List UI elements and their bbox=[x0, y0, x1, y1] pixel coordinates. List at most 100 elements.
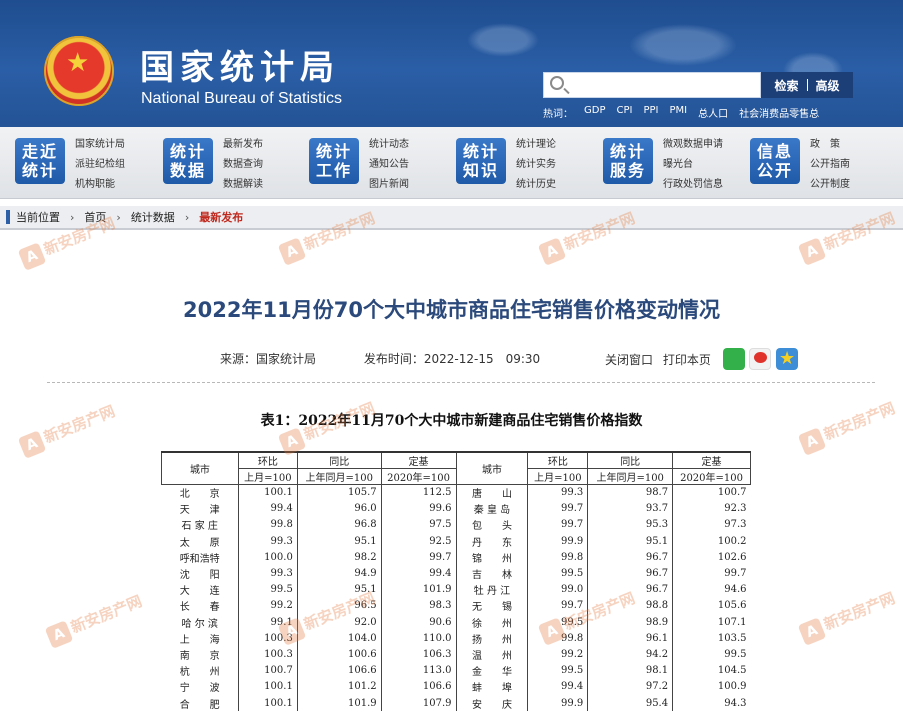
watermark: A新安房产网 bbox=[797, 587, 898, 646]
hot-word-link[interactable]: PPI bbox=[643, 105, 658, 120]
search-buttons: 检索 高级 bbox=[761, 72, 853, 98]
table-cell-value: 98.1 bbox=[587, 662, 673, 679]
table-cell-value: 94.3 bbox=[672, 694, 751, 712]
nav-badge[interactable]: 走近统计 bbox=[15, 138, 65, 184]
table-cell-value: 96.1 bbox=[587, 630, 673, 647]
table-cell-value: 96.5 bbox=[296, 597, 382, 614]
nav-link[interactable]: 公开指南 bbox=[810, 155, 850, 175]
qzone-share-icon[interactable]: ★ bbox=[776, 348, 798, 370]
close-window-button[interactable]: 关闭窗口 bbox=[605, 353, 653, 367]
wechat-share-icon[interactable] bbox=[723, 348, 745, 370]
table-cell-value: 99.5 bbox=[672, 646, 751, 663]
table-row: 杭 州 100.7 106.6 113.0 金 华 99.5 98.1 104.5 bbox=[162, 662, 751, 679]
nav-link[interactable]: 图片新闻 bbox=[369, 175, 409, 195]
search-input[interactable] bbox=[543, 72, 761, 98]
table-cell-value: 99.5 bbox=[527, 614, 588, 631]
table-cell-value: 99.3 bbox=[237, 533, 298, 550]
col-subheader-yoy: 上年同月=100 bbox=[296, 468, 382, 485]
search-button[interactable]: 检索 bbox=[774, 77, 798, 94]
table-cell-value: 106.6 bbox=[296, 662, 382, 679]
nav-link[interactable]: 曝光台 bbox=[663, 155, 723, 175]
table-cell-value: 98.2 bbox=[296, 549, 382, 566]
table-cell-value: 100.0 bbox=[237, 549, 298, 566]
table-cell-value: 98.8 bbox=[587, 597, 673, 614]
nav-link[interactable]: 通知公告 bbox=[369, 155, 409, 175]
table-cell-value: 92.5 bbox=[380, 533, 456, 550]
table-cell-city: 蚌 埠 bbox=[455, 678, 528, 695]
nav-badge[interactable]: 信息公开 bbox=[750, 138, 800, 184]
table-cell-city: 安 庆 bbox=[455, 694, 528, 712]
nav-link[interactable]: 统计历史 bbox=[516, 175, 556, 195]
site-logo-cn[interactable]: 国家统计局 bbox=[140, 40, 340, 89]
table-cell-value: 99.4 bbox=[237, 500, 298, 517]
nav-link[interactable]: 公开制度 bbox=[810, 175, 850, 195]
table-cell-value: 97.2 bbox=[587, 678, 673, 695]
table-cell-city: 无 锡 bbox=[455, 597, 528, 614]
table-cell-value: 95.1 bbox=[296, 581, 382, 598]
breadcrumb-current[interactable]: 最新发布 bbox=[199, 209, 243, 225]
nav-link[interactable]: 政 策 bbox=[810, 135, 850, 155]
col-subheader-mom: 上月=100 bbox=[527, 468, 589, 485]
nav-links: 最新发布 数据查询 数据解读 bbox=[223, 135, 263, 195]
table-row: 哈 尔 滨 99.1 92.0 90.6 徐 州 99.5 98.9 107.1 bbox=[162, 614, 751, 631]
nav-link[interactable]: 国家统计局 bbox=[75, 135, 125, 155]
nav-link[interactable]: 微观数据申请 bbox=[663, 135, 723, 155]
hot-word-link[interactable]: 社会消费品零售总 bbox=[739, 105, 819, 120]
nav-link[interactable]: 数据查询 bbox=[223, 155, 263, 175]
table-cell-value: 100.2 bbox=[672, 533, 751, 550]
table-body: 北 京 100.1 105.7 112.5 唐 山 99.3 98.7 100.7 天 津 99.… bbox=[162, 484, 751, 712]
nav-link[interactable]: 统计实务 bbox=[516, 155, 556, 175]
nav-badge[interactable]: 统计知识 bbox=[456, 138, 506, 184]
nav-links: 统计动态 通知公告 图片新闻 bbox=[369, 135, 409, 195]
table-cell-city: 温 州 bbox=[455, 646, 528, 663]
table-cell-value: 90.6 bbox=[380, 614, 456, 631]
col-header-yoy: 同比 bbox=[587, 451, 674, 469]
table-cell-value: 99.7 bbox=[672, 565, 751, 582]
breadcrumb-home[interactable]: 首页 bbox=[84, 209, 106, 225]
article-meta: 来源：国家统计局 发布时间：2022-12-15 09:30 bbox=[220, 350, 540, 367]
nav-link[interactable]: 数据解读 bbox=[223, 175, 263, 195]
hot-word-link[interactable]: PMI bbox=[669, 105, 687, 120]
col-header-city: 城市 bbox=[161, 451, 239, 485]
table-cell-value: 99.7 bbox=[527, 516, 588, 534]
table-cell-value: 105.6 bbox=[672, 597, 751, 614]
table-cell-value: 107.1 bbox=[672, 614, 751, 631]
hot-word-link[interactable]: 总人口 bbox=[698, 105, 728, 120]
nav-link[interactable]: 最新发布 bbox=[223, 135, 263, 155]
nav-link[interactable]: 统计动态 bbox=[369, 135, 409, 155]
table-cell-city: 包 头 bbox=[455, 516, 528, 534]
table-cell-city: 上 海 bbox=[179, 634, 220, 646]
table-cell-value: 98.9 bbox=[587, 614, 673, 631]
weibo-share-icon[interactable] bbox=[749, 348, 771, 370]
table-row: 大 连 99.5 95.1 101.9 牡 丹 江 99.0 96.7 94.6 bbox=[162, 581, 751, 598]
table-cell-value: 92.0 bbox=[296, 614, 382, 631]
table-cell-value: 96.8 bbox=[296, 516, 382, 534]
table-cell-value: 100.1 bbox=[237, 484, 298, 501]
site-logo-en[interactable]: National Bureau of Statistics bbox=[141, 90, 342, 108]
table-cell-city: 金 华 bbox=[455, 662, 528, 679]
col-subheader-base: 2020年=100 bbox=[380, 468, 457, 485]
hot-word-link[interactable]: GDP bbox=[584, 105, 605, 120]
advanced-search-button[interactable]: 高级 bbox=[816, 77, 840, 94]
nav-badge[interactable]: 统计数据 bbox=[163, 138, 213, 184]
col-subheader-base: 2020年=100 bbox=[672, 468, 751, 485]
table-cell-value: 104.0 bbox=[296, 630, 382, 647]
nav-links: 微观数据申请 曝光台 行政处罚信息 bbox=[663, 135, 723, 195]
hot-word-link[interactable]: CPI bbox=[616, 105, 632, 120]
table-cell-value: 103.5 bbox=[672, 630, 751, 647]
nav-link[interactable]: 机构职能 bbox=[75, 175, 125, 195]
print-button[interactable]: 打印本页 bbox=[663, 353, 711, 367]
breadcrumb: 当前位置 › 首页 › 统计数据 › 最新发布 bbox=[0, 206, 903, 230]
nav-badge[interactable]: 统计服务 bbox=[603, 138, 653, 184]
nav-link[interactable]: 派驻纪检组 bbox=[75, 155, 125, 175]
nav-link[interactable]: 行政处罚信息 bbox=[663, 175, 723, 195]
table-row: 南 京 100.3 100.6 106.3 温 州 99.2 94.2 99.5 bbox=[162, 646, 751, 663]
divider bbox=[806, 79, 808, 91]
table-cell-value: 99.6 bbox=[380, 500, 456, 517]
nav-badge[interactable]: 统计工作 bbox=[309, 138, 359, 184]
breadcrumb-label: 当前位置 bbox=[16, 211, 60, 224]
nav-link[interactable]: 统计理论 bbox=[516, 135, 556, 155]
national-emblem-logo[interactable]: ★ bbox=[44, 36, 114, 106]
col-header-base: 定基 bbox=[380, 451, 457, 469]
breadcrumb-stats-data[interactable]: 统计数据 bbox=[131, 209, 175, 225]
